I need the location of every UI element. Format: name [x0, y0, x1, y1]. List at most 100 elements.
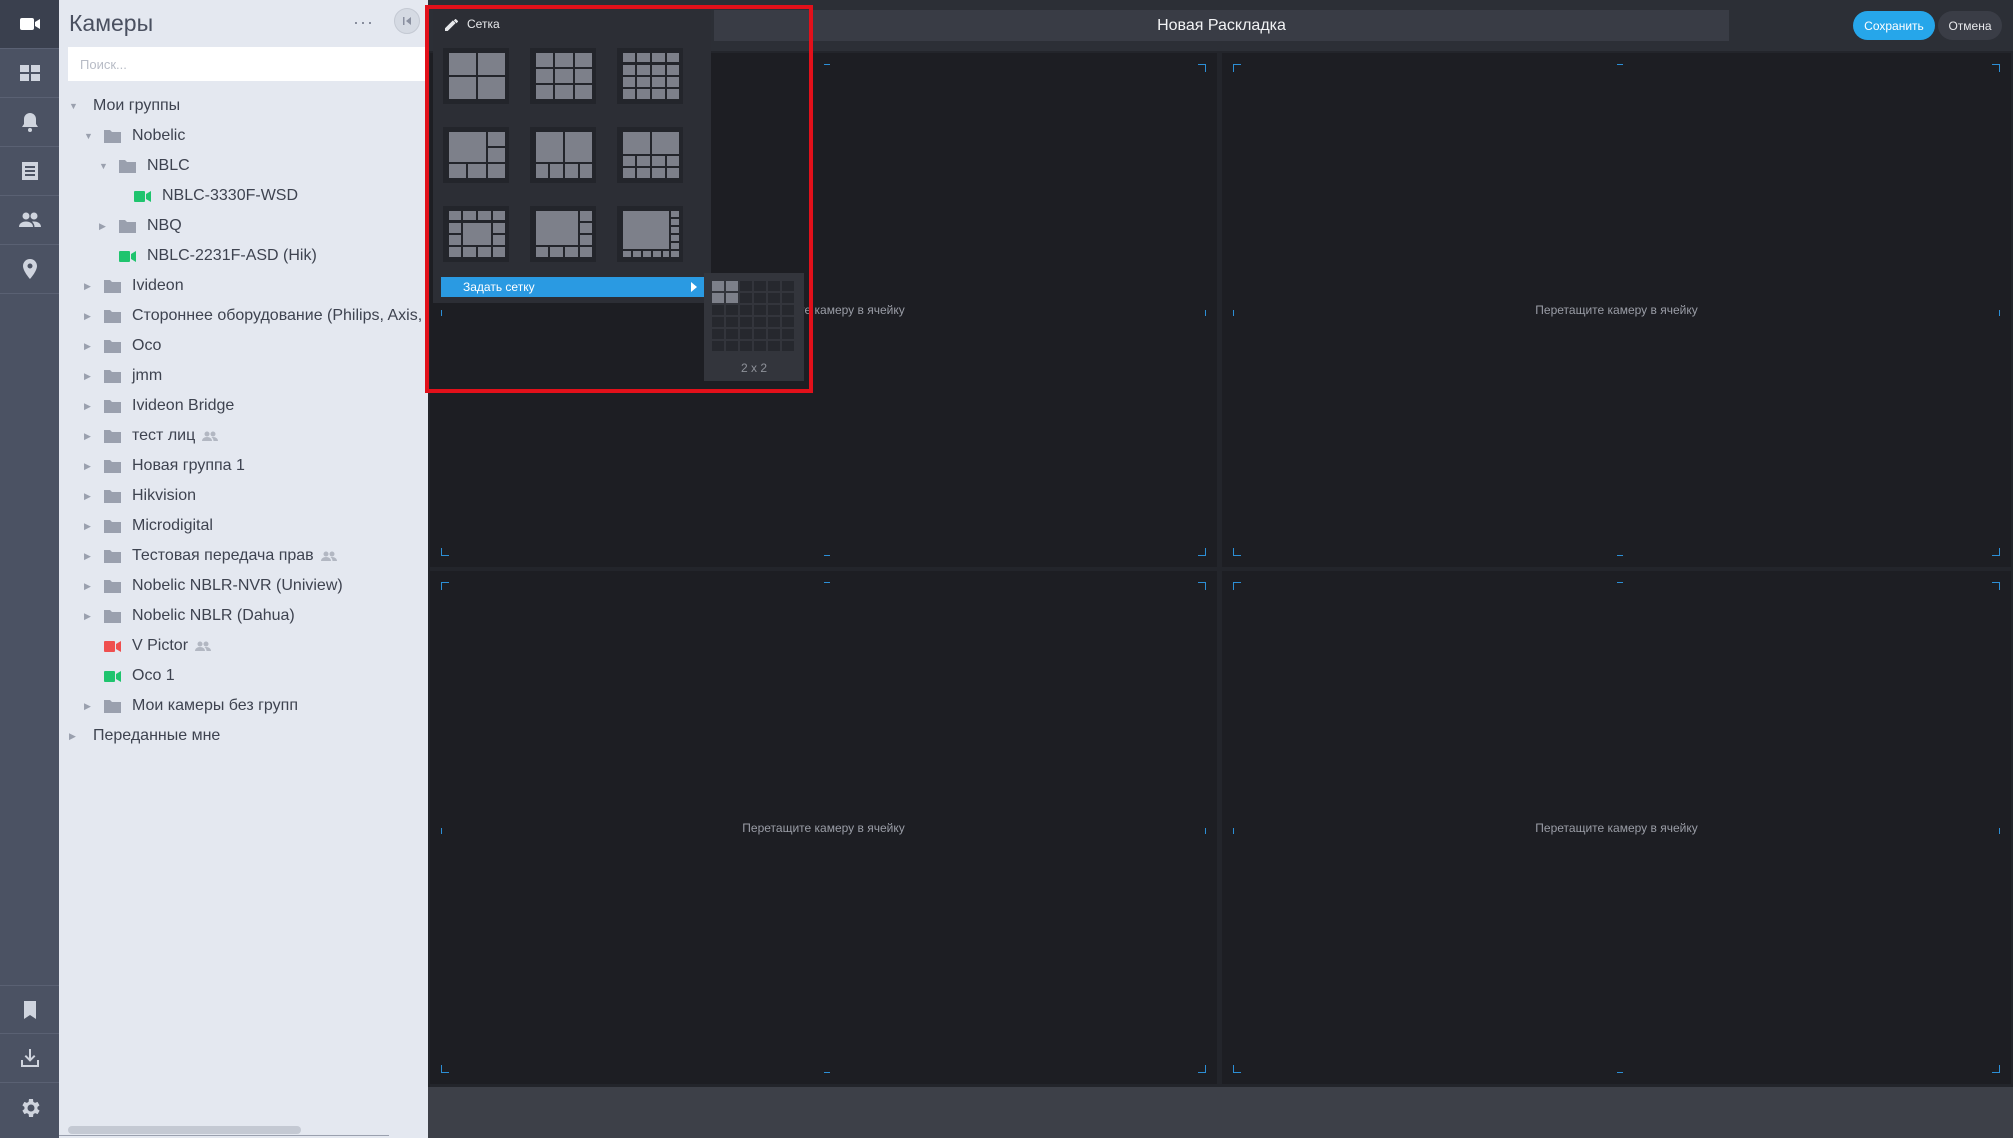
tree-folder-hikvision[interactable]: ▶ Hikvision	[84, 481, 196, 511]
highlight-frame	[425, 5, 813, 393]
grid-cell[interactable]: Перетащите камеру в ячейку	[430, 571, 1217, 1084]
caret-down-icon[interactable]: ▼	[99, 161, 113, 171]
search-input[interactable]	[68, 47, 429, 81]
caret-right-icon[interactable]: ▶	[84, 461, 98, 472]
tree-folder-ungrouped[interactable]: ▶ Мои камеры без групп	[84, 691, 298, 721]
tree-label: Ivideon	[132, 277, 184, 294]
tree-folder-new-group-1[interactable]: ▶ Новая группа 1	[84, 451, 245, 481]
folder-icon	[104, 279, 121, 293]
caret-down-icon[interactable]: ▼	[69, 101, 83, 111]
folder-icon	[104, 579, 121, 593]
corner-marker	[1233, 548, 1241, 556]
edge-marker	[823, 1072, 830, 1073]
tree-camera-nblc-2231f-asd[interactable]: NBLC-2231F-ASD (Hik)	[113, 241, 317, 271]
folder-icon	[104, 129, 121, 143]
caret-right-icon[interactable]: ▶	[84, 611, 98, 622]
nav-archive[interactable]	[0, 147, 59, 196]
tree-folder-nobelic[interactable]: ▼ Nobelic	[84, 121, 185, 151]
tree-label: Nobelic	[132, 127, 186, 144]
tree-label: Ivideon Bridge	[132, 397, 235, 414]
tree-folder-oco[interactable]: ▶ Oco	[84, 331, 161, 361]
caret-right-icon[interactable]: ▶	[99, 221, 113, 232]
caret-down-icon[interactable]: ▼	[84, 131, 98, 141]
folder-icon	[104, 699, 121, 713]
grid-cell[interactable]: Перетащите камеру в ячейку	[1222, 53, 2011, 567]
collapse-panel-button[interactable]	[394, 8, 420, 34]
horizontal-scrollbar[interactable]	[68, 1126, 301, 1134]
nav-bookmarks[interactable]	[0, 985, 59, 1034]
nav-cameras[interactable]	[0, 0, 59, 49]
tree-folder-microdigital[interactable]: ▶ Microdigital	[84, 511, 213, 541]
folder-icon	[104, 489, 121, 503]
corner-marker	[1198, 582, 1206, 590]
tree-folder-test-rights-transfer[interactable]: ▶ Тестовая передача прав	[84, 541, 337, 571]
tree-folder-nobelic-nblr-nvr[interactable]: ▶ Nobelic NBLR-NVR (Uniview)	[84, 571, 343, 601]
caret-right-icon[interactable]: ▶	[84, 341, 98, 352]
tree-label: Новая группа 1	[132, 457, 245, 474]
map-pin-icon	[22, 259, 37, 279]
tree-group-shared-with-me[interactable]: ▶ Переданные мне	[69, 721, 220, 751]
download-icon	[20, 1049, 39, 1067]
tree-folder-ivideon[interactable]: ▶ Ivideon	[84, 271, 184, 301]
caret-right-icon[interactable]: ▶	[69, 731, 83, 742]
cancel-button[interactable]: Отмена	[1938, 11, 2002, 40]
folder-icon	[104, 519, 121, 533]
caret-right-icon[interactable]: ▶	[84, 521, 98, 532]
tree-camera-v-pictor[interactable]: V Pictor	[98, 631, 212, 661]
corner-marker	[1198, 1065, 1206, 1073]
tree-label: тест лиц	[132, 427, 196, 444]
nav-events[interactable]	[0, 98, 59, 147]
caret-right-icon[interactable]: ▶	[84, 401, 98, 412]
tree-folder-ivideon-bridge[interactable]: ▶ Ivideon Bridge	[84, 391, 234, 421]
caret-right-icon[interactable]: ▶	[84, 281, 98, 292]
layout-title-field[interactable]: Новая Раскладка	[714, 10, 1729, 41]
nav-settings[interactable]	[0, 1083, 59, 1132]
cell-drop-hint: Перетащите камеру в ячейку	[1535, 303, 1698, 317]
tree-folder-test-faces[interactable]: ▶ тест лиц	[84, 421, 219, 451]
tree-label: Переданные мне	[93, 727, 221, 744]
edge-marker	[1616, 555, 1623, 556]
tree-group-my-groups[interactable]: ▼ Мои группы	[69, 91, 180, 121]
folder-icon	[104, 339, 121, 353]
folder-icon	[104, 429, 121, 443]
tree-folder-third-party[interactable]: ▶ Стороннее оборудование (Philips, Axis,	[84, 301, 422, 331]
nav-users[interactable]	[0, 196, 59, 245]
corner-marker	[1198, 64, 1206, 72]
nav-layouts[interactable]	[0, 49, 59, 98]
tree-folder-nobelic-nblr-dahua[interactable]: ▶ Nobelic NBLR (Dahua)	[84, 601, 295, 631]
caret-right-icon[interactable]: ▶	[84, 551, 98, 562]
caret-right-icon[interactable]: ▶	[84, 701, 98, 712]
corner-marker	[1233, 1065, 1241, 1073]
save-button[interactable]: Сохранить	[1853, 11, 1935, 40]
tree-label: Мои камеры без групп	[132, 697, 298, 714]
corner-marker	[1233, 582, 1241, 590]
corner-marker	[1992, 582, 2000, 590]
archive-icon	[21, 162, 38, 180]
tree-label: Oco 1	[132, 667, 175, 684]
tree-label: Microdigital	[132, 517, 213, 534]
tree-label: NBLC-2231F-ASD (Hik)	[147, 247, 317, 264]
grid-cell[interactable]: Перетащите камеру в ячейку	[1222, 571, 2011, 1084]
nav-downloads[interactable]	[0, 1034, 59, 1083]
tree-folder-jmm[interactable]: ▶ jmm	[84, 361, 162, 391]
caret-right-icon[interactable]: ▶	[84, 371, 98, 382]
tree-camera-nblc-3330f-wsd[interactable]: NBLC-3330F-WSD	[128, 181, 298, 211]
caret-right-icon[interactable]: ▶	[84, 491, 98, 502]
tree-folder-nblc[interactable]: ▼ NBLC	[99, 151, 190, 181]
corner-marker	[1992, 548, 2000, 556]
caret-right-icon[interactable]: ▶	[84, 311, 98, 322]
tree-folder-nbq[interactable]: ▶ NBQ	[99, 211, 182, 241]
bookmark-icon	[23, 1000, 36, 1019]
nav-rail	[0, 0, 59, 1138]
caret-right-icon[interactable]: ▶	[84, 431, 98, 442]
corner-marker	[1233, 64, 1241, 72]
folder-icon	[104, 609, 121, 623]
tree-label: NBLC	[147, 157, 190, 174]
corner-marker	[441, 548, 449, 556]
nav-map[interactable]	[0, 245, 59, 294]
tree-camera-oco-1[interactable]: Oco 1	[98, 661, 175, 691]
corner-marker	[1992, 64, 2000, 72]
caret-right-icon[interactable]: ▶	[84, 581, 98, 592]
more-options-button[interactable]: ···	[353, 12, 374, 33]
edge-marker	[823, 64, 830, 65]
